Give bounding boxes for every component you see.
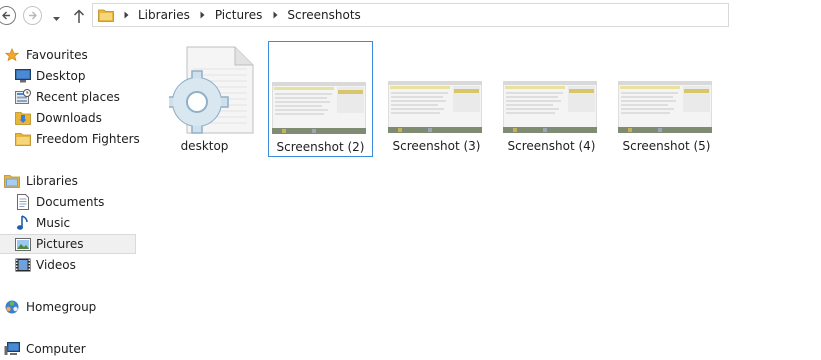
nav-label: Recent places [36,90,120,104]
nav-label: Favourites [26,48,88,62]
recent-places-icon [15,89,31,105]
nav-item-freedom-fighters[interactable]: Freedom Fighters [0,129,140,149]
nav-item-recent-places[interactable]: Recent places [0,87,136,107]
file-name: Screenshot (4) [507,139,596,153]
image-thumbnail [503,81,597,133]
file-name: desktop [180,139,229,153]
file-item-screenshot-4[interactable]: Screenshot (4) [500,41,605,157]
nav-label: Pictures [36,237,84,251]
nav-label: Music [36,216,71,230]
nav-label: Downloads [36,111,102,125]
breadcrumb-screenshots[interactable]: Screenshots [281,4,367,26]
up-button[interactable] [72,8,86,24]
chevron-right-icon[interactable] [120,8,132,22]
breadcrumb-libraries[interactable]: Libraries [132,4,197,26]
breadcrumb-pictures[interactable]: Pictures [209,4,270,26]
desktop-icon [15,68,31,84]
file-list: desktop Screenshot (2) Screenshot (3) Sc… [138,40,821,360]
nav-label: Documents [36,195,105,209]
image-thumbnail [272,82,366,134]
nav-favourites[interactable]: Favourites [0,45,136,65]
nav-item-music[interactable]: Music [0,213,136,233]
image-thumbnail [618,81,712,133]
pictures-icon [15,236,31,252]
nav-label: Desktop [36,69,86,83]
nav-item-desktop[interactable]: Desktop [0,66,136,86]
file-item-screenshot-2[interactable]: Screenshot (2) [268,41,373,157]
file-name: Screenshot (5) [622,139,711,153]
nav-label: Libraries [26,174,78,188]
image-thumbnail [388,81,482,133]
chevron-down-icon [53,17,60,21]
library-folder-icon [98,9,114,22]
file-name: Screenshot (2) [276,140,365,154]
navigation-pane: Favourites Desktop Recent places Downloa… [0,40,140,360]
nav-item-documents[interactable]: Documents [0,192,136,212]
arrow-left-icon [2,11,10,20]
chevron-right-icon[interactable] [269,8,281,22]
nav-label: Freedom Fighters [36,132,140,146]
address-bar[interactable]: Libraries Pictures Screenshots [92,3,729,27]
nav-item-pictures[interactable]: Pictures [0,234,136,254]
videos-icon [15,257,31,273]
file-item-desktop[interactable]: desktop [153,41,258,157]
recent-locations-button[interactable] [52,12,61,21]
arrow-right-icon [29,11,37,20]
nav-label: Videos [36,258,76,272]
nav-homegroup[interactable]: Homegroup [0,297,136,317]
documents-icon [15,194,31,210]
libraries-icon [4,173,20,189]
nav-computer[interactable]: Computer [0,339,136,359]
nav-label: Homegroup [26,300,97,314]
file-item-screenshot-3[interactable]: Screenshot (3) [385,41,490,157]
back-button[interactable] [0,6,16,25]
downloads-folder-icon [15,110,31,126]
arrow-up-icon [73,9,85,23]
nav-label: Computer [26,342,86,356]
chevron-right-icon[interactable] [197,8,209,22]
nav-libraries[interactable]: Libraries [0,171,136,191]
file-item-screenshot-5[interactable]: Screenshot (5) [615,41,720,157]
homegroup-icon [4,299,20,315]
nav-item-downloads[interactable]: Downloads [0,108,136,128]
computer-icon [4,341,20,357]
gear-file-icon [169,46,254,134]
nav-item-videos[interactable]: Videos [0,255,136,275]
folder-icon [15,131,31,147]
music-icon [15,215,31,231]
forward-button[interactable] [23,6,42,25]
navigation-bar: Libraries Pictures Screenshots [0,0,821,32]
star-icon [4,47,20,63]
file-name: Screenshot (3) [392,139,481,153]
